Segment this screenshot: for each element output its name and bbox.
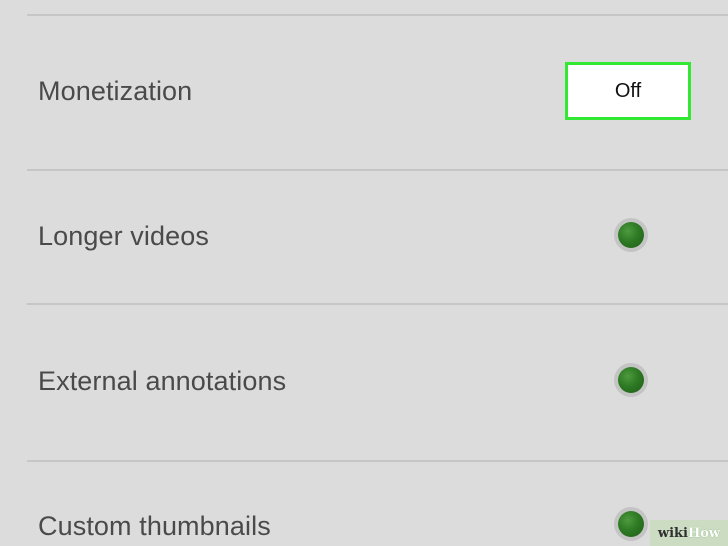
- wikihow-watermark-logo: wiki How: [650, 520, 728, 546]
- divider: [27, 460, 728, 462]
- custom-thumbnails-label: Custom thumbnails: [38, 511, 271, 541]
- divider: [27, 14, 728, 16]
- custom-thumbnails-status-icon: [618, 511, 644, 537]
- divider: [27, 169, 728, 171]
- external-annotations-status-icon: [618, 367, 644, 393]
- watermark-how-text: How: [687, 525, 721, 541]
- external-annotations-label: External annotations: [38, 366, 287, 396]
- monetization-toggle-button[interactable]: Off: [565, 62, 691, 120]
- monetization-toggle-label: Off: [614, 79, 642, 102]
- longer-videos-label: Longer videos: [38, 221, 209, 251]
- watermark-wiki-text: wiki: [657, 525, 688, 541]
- divider: [27, 303, 728, 305]
- longer-videos-status-icon: [618, 222, 644, 248]
- monetization-label: Monetization: [38, 76, 193, 106]
- feature-settings-panel: Monetization Off Longer videos External …: [0, 0, 728, 546]
